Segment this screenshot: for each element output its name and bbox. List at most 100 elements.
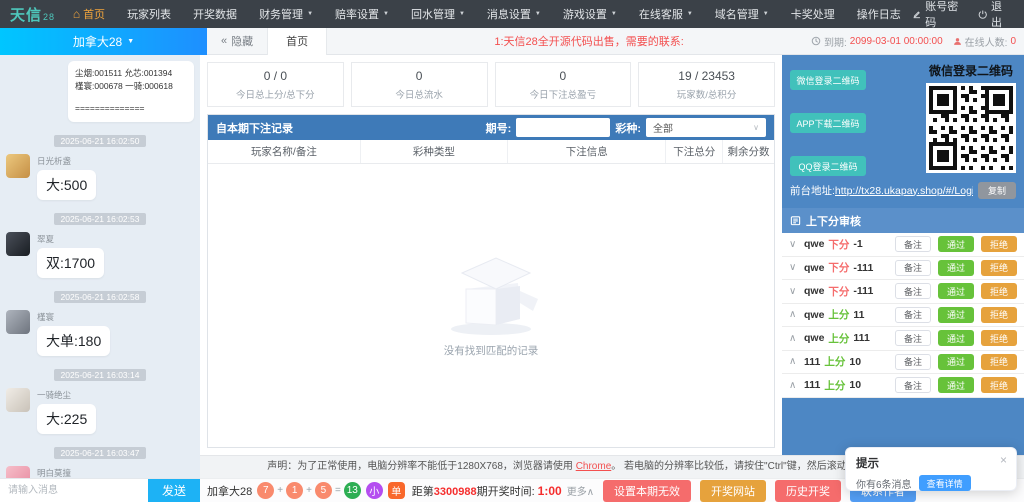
nav-label: 游戏设置 — [563, 6, 607, 22]
stat-value: 0 — [496, 69, 631, 83]
nav-item-player-list[interactable]: 玩家列表 — [116, 0, 182, 28]
nav-label: 回水管理 — [411, 6, 455, 22]
audit-player-name: 111 — [804, 379, 820, 391]
draw-website-button[interactable]: 开奖网站 — [700, 480, 766, 502]
reject-button[interactable]: 拒绝 — [981, 236, 1017, 252]
reject-button[interactable]: 拒绝 — [981, 377, 1017, 393]
view-details-button[interactable]: 查看详情 — [919, 475, 971, 491]
nav-item-prize-handle[interactable]: 卡奖处理 — [780, 0, 846, 28]
chevron-icon[interactable]: ∨ — [789, 239, 804, 250]
avatar — [6, 232, 30, 256]
front-url-link[interactable]: http://tx28.ukapay.shop/#/Login?roomC... — [835, 185, 973, 197]
note-button[interactable]: 备注 — [895, 260, 931, 276]
chat-message-list[interactable]: 尘烟:001511 允芯:001394 槿寰:000678 一骑:000618 … — [0, 55, 200, 478]
nav-label: 操作日志 — [857, 6, 901, 22]
approve-button[interactable]: 通过 — [938, 354, 974, 370]
online-info: 在线人数: 0 — [953, 34, 1016, 49]
chrome-link[interactable]: Chrome — [576, 461, 612, 472]
chevron-icon[interactable]: ∧ — [789, 309, 804, 320]
approve-button[interactable]: 通过 — [938, 236, 974, 252]
declaration-text: 声明：为了正常使用，电脑分辨率不能低于1280X768，浏览器请使用 — [267, 461, 575, 472]
audit-type: 上分 — [828, 307, 849, 322]
audit-header: 上下分审核 — [782, 208, 1024, 233]
note-button[interactable]: 备注 — [895, 330, 931, 346]
room-selector[interactable]: 加拿大28▼ — [0, 28, 207, 55]
nav-item-operation-log[interactable]: 操作日志 — [846, 0, 912, 28]
audit-row: ∨ qwe 下分 -111 备注 通过 拒绝 — [782, 257, 1024, 281]
plus-sign: + — [277, 485, 283, 496]
main-nav: ⌂首页 玩家列表 开奖数据 财务管理▼ 赔率设置▼ 回水管理▼ 消息设置▼ 游戏… — [62, 0, 912, 28]
chevron-icon[interactable]: ∨ — [789, 262, 804, 273]
audit-player-name: 111 — [804, 356, 820, 368]
chat-input-bar: 发送 — [0, 478, 200, 502]
wechat-qr-button[interactable]: 微信登录二维码 — [790, 70, 866, 90]
more-toggle[interactable]: 更多∧ — [567, 483, 594, 498]
nav-item-home[interactable]: ⌂首页 — [62, 0, 116, 28]
approve-button[interactable]: 通过 — [938, 377, 974, 393]
chevron-down-icon: ▼ — [307, 11, 313, 17]
logout-button[interactable]: 退出 — [978, 0, 1010, 30]
power-icon — [978, 9, 988, 20]
qq-qr-button[interactable]: QQ登录二维码 — [790, 156, 866, 176]
lottery-selected-value: 全部 — [653, 120, 673, 135]
clock-icon — [811, 36, 821, 46]
chat-message: 明白莫撞 查:1200 — [6, 466, 194, 478]
note-button[interactable]: 备注 — [895, 236, 931, 252]
account-password-button[interactable]: 账号密码 — [912, 0, 964, 30]
note-button[interactable]: 备注 — [895, 283, 931, 299]
stat-label: 今日总上分/总下分 — [208, 87, 343, 101]
chevron-icon[interactable]: ∧ — [789, 333, 804, 344]
chevron-down-icon: ▼ — [127, 38, 134, 45]
copy-button[interactable]: 复制 — [978, 182, 1016, 199]
approve-button[interactable]: 通过 — [938, 330, 974, 346]
qr-finder-pattern — [985, 86, 1013, 114]
tab-home[interactable]: 首页 — [267, 28, 327, 55]
double-chevron-left-icon: « — [221, 35, 227, 47]
stat-value: 0 — [352, 69, 487, 83]
reject-button[interactable]: 拒绝 — [981, 283, 1017, 299]
chevron-icon[interactable]: ∧ — [789, 356, 804, 367]
chat-username: 日光析盏 — [37, 155, 96, 167]
approve-button[interactable]: 通过 — [938, 283, 974, 299]
nav-item-domain[interactable]: 域名管理▼ — [704, 0, 780, 28]
lottery-select[interactable]: 全部 ∨ — [646, 118, 766, 137]
nav-item-finance[interactable]: 财务管理 ▼ — [248, 0, 324, 28]
note-button[interactable]: 备注 — [895, 377, 931, 393]
reject-button[interactable]: 拒绝 — [981, 330, 1017, 346]
nav-label: 财务管理 — [259, 6, 303, 22]
approve-button[interactable]: 通过 — [938, 260, 974, 276]
reject-button[interactable]: 拒绝 — [981, 260, 1017, 276]
stats-row: 0 / 0 今日总上分/总下分 0 今日总流水 0 今日下注总盈亏 19 / 2… — [207, 62, 775, 107]
nav-item-rebate[interactable]: 回水管理▼ — [400, 0, 476, 28]
history-draw-button[interactable]: 历史开奖 — [775, 480, 841, 502]
person-icon — [953, 37, 962, 46]
chat-timestamp: 2025-06-21 16:03:47 — [54, 447, 147, 459]
tab-label: 首页 — [286, 33, 308, 49]
hide-sidebar-button[interactable]: «隐藏 — [221, 33, 253, 49]
invalidate-round-button[interactable]: 设置本期无效 — [603, 480, 691, 502]
stat-card-updown: 0 / 0 今日总上分/总下分 — [207, 62, 344, 107]
close-icon[interactable]: × — [1000, 453, 1007, 467]
reject-button[interactable]: 拒绝 — [981, 307, 1017, 323]
avatar — [6, 310, 30, 334]
send-button[interactable]: 发送 — [148, 479, 200, 502]
reject-button[interactable]: 拒绝 — [981, 354, 1017, 370]
nav-item-online-service[interactable]: 在线客服▼ — [628, 0, 704, 28]
chat-timestamp: 2025-06-21 16:02:50 — [54, 135, 147, 147]
nav-label: 开奖数据 — [193, 6, 237, 22]
chevron-icon[interactable]: ∧ — [789, 380, 804, 391]
nav-item-draw-data[interactable]: 开奖数据 — [182, 0, 248, 28]
draw-number-ball: 1 — [286, 482, 303, 499]
nav-item-message-settings[interactable]: 消息设置▼ — [476, 0, 552, 28]
nav-item-game-settings[interactable]: 游戏设置▼ — [552, 0, 628, 28]
app-download-qr-button[interactable]: APP下载二维码 — [790, 113, 866, 133]
chat-message-input[interactable] — [0, 479, 148, 502]
game-name: 加拿大28 — [207, 483, 252, 499]
chevron-down-icon: ▼ — [535, 11, 541, 17]
note-button[interactable]: 备注 — [895, 307, 931, 323]
nav-item-odds[interactable]: 赔率设置▼ — [324, 0, 400, 28]
chevron-icon[interactable]: ∨ — [789, 286, 804, 297]
issue-input[interactable] — [516, 118, 610, 137]
approve-button[interactable]: 通过 — [938, 307, 974, 323]
note-button[interactable]: 备注 — [895, 354, 931, 370]
